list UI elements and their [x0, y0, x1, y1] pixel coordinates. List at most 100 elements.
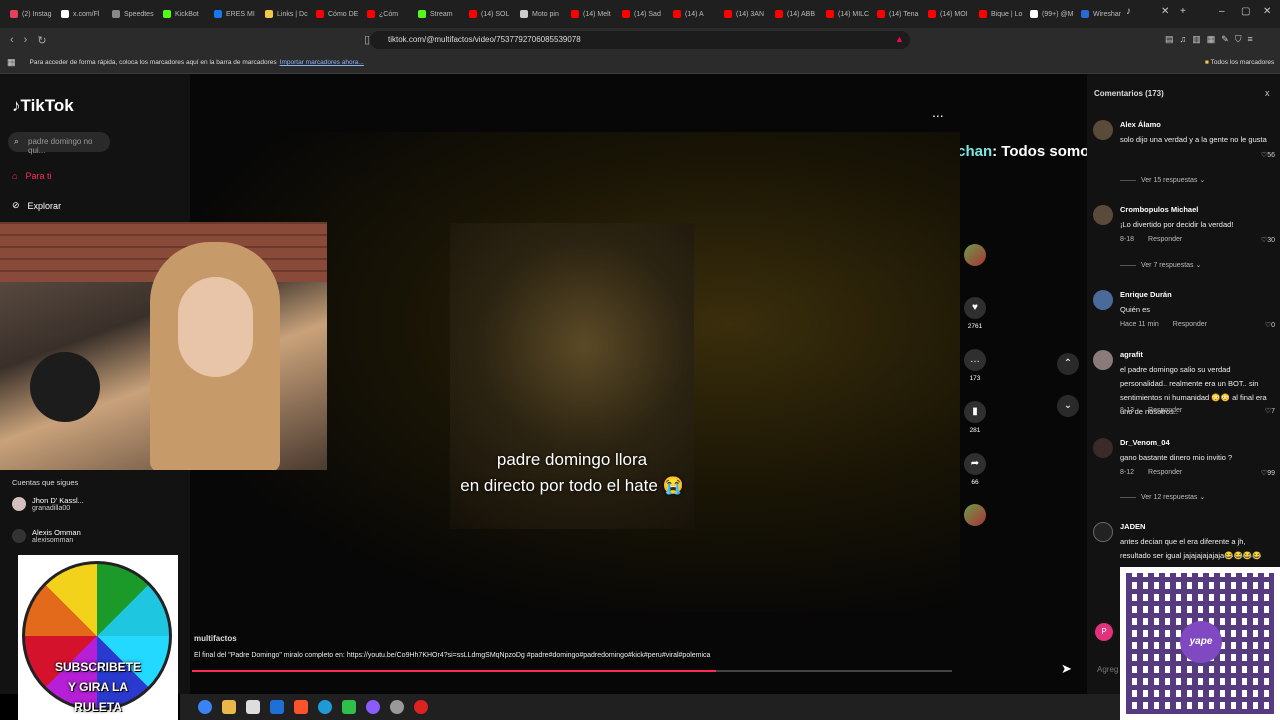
comment-like[interactable]: ♡0: [1265, 321, 1275, 329]
tiktok-favicon-icon[interactable]: ♪: [1126, 6, 1131, 17]
apps-grid-icon[interactable]: ▦: [7, 57, 16, 68]
edge-icon[interactable]: [318, 700, 332, 714]
more-options-icon[interactable]: ...: [932, 104, 944, 120]
avatar[interactable]: [1093, 120, 1113, 140]
os-taskbar: [180, 694, 1120, 720]
browser-tab[interactable]: Bique | Lo: [973, 3, 1024, 25]
kick-icon[interactable]: [342, 700, 356, 714]
video-progress-bar[interactable]: [192, 670, 952, 672]
avatar[interactable]: [1093, 205, 1113, 225]
comment-like[interactable]: ♡7: [1265, 407, 1275, 415]
url-field[interactable]: tiktok.com/@multifactos/video/7537792706…: [370, 31, 910, 49]
browser-tab[interactable]: (14) Sad: [616, 3, 667, 25]
browser-tab[interactable]: (14) Tena: [871, 3, 922, 25]
obs-icon[interactable]: [414, 700, 428, 714]
previous-video-button[interactable]: ⌃: [1057, 353, 1079, 375]
import-bookmarks-link[interactable]: Importar marcadores ahora...: [280, 59, 364, 66]
tab-label: (14) A: [685, 10, 704, 18]
search-input[interactable]: ⌕ padre domingo no qui...: [8, 132, 110, 155]
reply-button[interactable]: Responder: [1148, 407, 1182, 414]
extensions-icons[interactable]: ▤♫▥▦✎⛉≡: [1165, 34, 1259, 45]
reload-icon[interactable]: ↻: [37, 34, 46, 47]
browser-tab[interactable]: KickBot: [157, 3, 208, 25]
browser-tab[interactable]: (14) Melt: [565, 3, 616, 25]
brave-shield-icon[interactable]: ▲: [895, 34, 904, 44]
tab-favicon-icon: [367, 10, 375, 18]
brave-icon[interactable]: [294, 700, 308, 714]
browser-tab[interactable]: Speedtes: [106, 3, 157, 25]
following-item[interactable]: Jhon D' Kassl... granadilla00: [12, 496, 84, 512]
new-tab-icon[interactable]: +: [1180, 6, 1186, 17]
tiktok-note-icon: ♪: [12, 96, 21, 115]
close-window-icon[interactable]: ✕: [1263, 6, 1271, 17]
comment-author[interactable]: Enrique Durán: [1120, 290, 1172, 299]
browser-tab[interactable]: (99+) @M: [1024, 3, 1075, 25]
store-icon[interactable]: [246, 700, 260, 714]
tiktok-logo-text: TikTok: [20, 96, 74, 115]
browser-tab[interactable]: (14) SOL: [463, 3, 514, 25]
reply-button[interactable]: Responder: [1148, 236, 1182, 243]
outlook-icon[interactable]: [270, 700, 284, 714]
comment-author[interactable]: agrafit: [1120, 350, 1143, 359]
forward-icon[interactable]: ›: [24, 34, 28, 46]
browser-tab[interactable]: (2) Instag: [4, 3, 55, 25]
comment-meta: 8-13 Responder: [1120, 407, 1182, 414]
comment-author[interactable]: Crombopulos Michael: [1120, 205, 1198, 214]
tab-favicon-icon: [571, 10, 579, 18]
reply-button[interactable]: Responder: [1148, 469, 1182, 476]
tab-favicon-icon: [316, 10, 324, 18]
tab-label: (14) ABB: [787, 10, 816, 18]
tab-favicon-icon: [163, 10, 171, 18]
view-replies[interactable]: Ver 12 respuestas ⌄: [1120, 493, 1205, 501]
all-bookmarks[interactable]: ■ Todos los marcadores: [1205, 59, 1274, 66]
comment-author[interactable]: JADEN: [1120, 522, 1145, 531]
comment-author[interactable]: Alex Álamo: [1120, 120, 1161, 129]
avatar[interactable]: [1093, 522, 1113, 542]
comment-count: 173: [969, 375, 981, 382]
browser-tab[interactable]: (14) 3AN: [718, 3, 769, 25]
video-author[interactable]: multifactos: [194, 634, 237, 643]
browser-tab[interactable]: (14) MILC: [820, 3, 871, 25]
like-count: 7: [1271, 408, 1275, 415]
discord-icon[interactable]: [366, 700, 380, 714]
tiktok-logo[interactable]: ♪TikTok: [12, 96, 74, 116]
browser-tab[interactable]: Wireshar: [1075, 3, 1126, 25]
following-item[interactable]: Alexis Omman alexisomman: [12, 528, 81, 544]
next-video-button[interactable]: ⌄: [1057, 395, 1079, 417]
browser-tab[interactable]: Moto pin: [514, 3, 565, 25]
copilot-icon[interactable]: [198, 700, 212, 714]
add-comment-input[interactable]: Agreg: [1097, 665, 1118, 674]
avatar[interactable]: [1093, 290, 1113, 310]
video-caption: padre domingo llora en directo por todo …: [430, 447, 714, 499]
settings-icon[interactable]: [390, 700, 404, 714]
close-tab-icon[interactable]: ✕: [1161, 6, 1169, 17]
nav-for-you[interactable]: ⌂ Para ti: [12, 171, 51, 181]
minimize-icon[interactable]: –: [1219, 6, 1225, 17]
tab-favicon-icon: [928, 10, 936, 18]
view-replies[interactable]: Ver 15 respuestas ⌄: [1120, 176, 1205, 184]
comment-like[interactable]: ♡30: [1261, 236, 1275, 244]
browser-tab[interactable]: ERES MI: [208, 3, 259, 25]
file-explorer-icon[interactable]: [222, 700, 236, 714]
back-icon[interactable]: ‹: [10, 34, 14, 46]
browser-tab[interactable]: (14) A: [667, 3, 718, 25]
profile-avatar[interactable]: P: [1095, 623, 1113, 641]
reply-button[interactable]: Responder: [1173, 321, 1207, 328]
comment-like[interactable]: ♡99: [1261, 469, 1275, 477]
browser-tab[interactable]: x.com/Fl: [55, 3, 106, 25]
comment-author[interactable]: Dr_Venom_04: [1120, 438, 1170, 447]
nav-explore[interactable]: ⊘ Explorar: [12, 200, 61, 211]
browser-tab[interactable]: Links | Dc: [259, 3, 310, 25]
maximize-icon[interactable]: ▢: [1241, 6, 1250, 17]
progress-fill: [192, 670, 717, 672]
browser-tab[interactable]: (14) MOI: [922, 3, 973, 25]
browser-tab[interactable]: (14) ABB: [769, 3, 820, 25]
avatar[interactable]: [1093, 350, 1113, 370]
browser-tab[interactable]: Cómo DE: [310, 3, 361, 25]
browser-tab[interactable]: Stream: [412, 3, 463, 25]
browser-tab[interactable]: ¿Cóm: [361, 3, 412, 25]
view-replies[interactable]: Ver 7 respuestas ⌄: [1120, 261, 1201, 269]
close-comments-icon[interactable]: x: [1265, 88, 1270, 98]
avatar[interactable]: [1093, 438, 1113, 458]
comment-like[interactable]: ♡56: [1261, 151, 1275, 159]
